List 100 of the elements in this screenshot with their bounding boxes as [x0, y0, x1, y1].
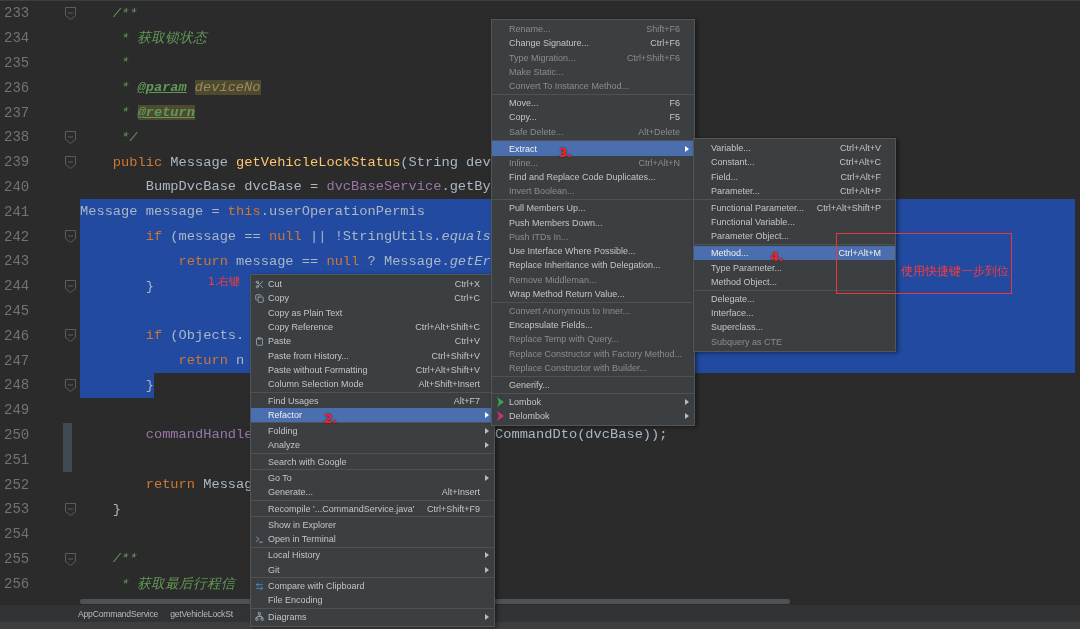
fold-icon[interactable] — [65, 552, 76, 566]
menu-item[interactable]: Generate... Alt+Insert — [251, 485, 494, 500]
fold-icon[interactable] — [65, 378, 76, 392]
menu-item[interactable]: Refactor 2. — [251, 407, 494, 422]
menu-item[interactable]: Copy Ctrl+C — [251, 291, 494, 306]
breadcrumb-item[interactable]: AppCommandService — [78, 608, 159, 619]
menu-item[interactable]: Find and Replace Code Duplicates... — [492, 169, 694, 185]
menu-item[interactable]: Pull Members Up... — [492, 201, 694, 216]
menu-item[interactable]: Git — [251, 562, 494, 577]
menu-item[interactable]: Copy Reference Ctrl+Alt+Shift+C — [251, 319, 494, 335]
menu-item[interactable]: Show in Explorer — [251, 517, 494, 533]
menu-item[interactable]: Search with Google — [251, 454, 494, 469]
line-number: 248 — [3, 377, 31, 394]
fold-icon[interactable] — [65, 279, 76, 293]
line-number: 245 — [3, 302, 31, 319]
code-line: return message == null ? Message.getEr — [177, 252, 491, 271]
line-number: 251 — [3, 451, 31, 468]
scissors-icon — [255, 279, 264, 289]
line-number: 253 — [3, 501, 31, 518]
menu-item[interactable]: Extract 3. — [492, 141, 694, 156]
menu-item[interactable]: Superclass... — [694, 320, 895, 335]
menu-item[interactable]: Folding — [251, 423, 494, 439]
fold-icon[interactable] — [65, 7, 76, 20]
menu-item[interactable]: Constant... Ctrl+Alt+C — [694, 155, 895, 170]
line-number: 247 — [3, 352, 31, 369]
code-line: BumpDvcBase dvcBase = dvcBaseService.getBy — [144, 178, 491, 197]
line-number: 256 — [3, 575, 31, 592]
code-line: /** — [111, 4, 138, 23]
line-number: 237 — [3, 104, 31, 121]
code-line: * — [120, 54, 130, 73]
fold-icon[interactable] — [65, 329, 76, 343]
arrows-icon — [255, 581, 264, 591]
line-number: 255 — [3, 550, 31, 567]
fold-icon[interactable] — [65, 131, 76, 144]
menu-item[interactable]: Find Usages Alt+F7 — [251, 393, 494, 408]
menu-item[interactable]: Open in Terminal — [251, 532, 494, 547]
line-number: 234 — [3, 30, 31, 47]
code-line: CommandDto(dvcBase)); — [495, 426, 668, 445]
line-number: 241 — [3, 203, 31, 220]
menu-item[interactable]: Parameter... Ctrl+Alt+P — [694, 183, 895, 199]
copy-icon — [255, 293, 264, 303]
menu-item[interactable]: Generify... — [492, 377, 694, 392]
fold-icon[interactable] — [65, 502, 76, 516]
step-note: 1.右键 — [207, 273, 241, 290]
menu-item[interactable]: Use Interface Where Possible... — [492, 243, 694, 259]
code-line: * @param deviceNo — [120, 79, 261, 98]
menu-item[interactable]: Push Members Down... — [492, 215, 694, 230]
menu-item[interactable]: Compare with Clipboard — [251, 578, 494, 594]
clipboard-icon — [255, 336, 264, 346]
menu-item[interactable]: Paste Ctrl+V — [251, 334, 494, 349]
menu-item[interactable]: Copy as Plain Text — [251, 305, 494, 320]
code-line: if (Objects. — [144, 327, 245, 346]
menu-item[interactable]: Interface... — [694, 305, 895, 321]
code-line: * @return — [120, 104, 195, 123]
line-number: 250 — [3, 426, 31, 443]
code-line: if (message == null || !StringUtils.equals — [144, 228, 491, 247]
code-line: Message message = this.userOperationPermis — [80, 203, 425, 222]
code-line: * 获取最后行程信 — [120, 575, 236, 594]
code-line: } — [144, 277, 154, 296]
line-number: 236 — [3, 79, 31, 96]
line-number: 243 — [3, 253, 31, 270]
code-line: public Message getVehicleLockStatus(String dev — [111, 153, 491, 172]
menu-item[interactable]: Change Signature... Ctrl+F6 — [492, 36, 694, 51]
menu-item[interactable]: Functional Parameter... Ctrl+Alt+Shift+P — [694, 200, 895, 215]
menu-item[interactable]: Local History — [251, 548, 494, 563]
diagram-icon — [255, 612, 264, 622]
line-number: 235 — [3, 55, 31, 71]
menu-item[interactable]: Go To — [251, 470, 494, 486]
menu-item[interactable]: Paste from History... Ctrl+Shift+V — [251, 348, 494, 363]
menu-item[interactable]: Wrap Method Return Value... — [492, 286, 694, 302]
line-number: 246 — [3, 327, 31, 344]
breadcrumb-item[interactable]: getVehicleLockSt — [170, 608, 233, 619]
menu-item[interactable]: Column Selection Mode Alt+Shift+Insert — [251, 377, 494, 392]
menu-item[interactable]: Cut Ctrl+X — [251, 277, 494, 292]
menu-item[interactable]: Method Object... — [694, 274, 895, 289]
menu-item[interactable]: Paste without Formatting Ctrl+Alt+Shift+V — [251, 362, 494, 378]
line-number: 254 — [3, 526, 31, 543]
menu-item[interactable]: Analyze — [251, 438, 494, 453]
fold-icon[interactable] — [65, 230, 76, 244]
menu-item[interactable]: Replace Inheritance with Delegation... — [492, 258, 694, 273]
menu-item[interactable]: Lombok — [492, 394, 694, 409]
menu-item[interactable]: Functional Variable... — [694, 215, 895, 230]
menu-item[interactable]: Delombok — [492, 408, 694, 423]
menu-item[interactable]: Type Parameter... — [694, 260, 895, 275]
code-line: commandHandle — [144, 426, 253, 445]
line-number: 240 — [3, 178, 31, 195]
line-number: 233 — [3, 5, 31, 22]
menu-item[interactable]: Delegate... — [694, 291, 895, 306]
fold-icon[interactable] — [65, 155, 76, 169]
terminal-icon — [255, 534, 264, 544]
menu-item[interactable]: Copy... F5 — [492, 110, 694, 125]
menu-item[interactable]: Move... F6 — [492, 96, 694, 111]
menu-item[interactable]: Field... Ctrl+Alt+F — [694, 169, 895, 184]
menu-item[interactable]: Diagrams — [251, 609, 494, 624]
menu-item[interactable]: Parameter Object... — [694, 229, 895, 244]
menu-item[interactable]: Variable... Ctrl+Alt+V — [694, 141, 895, 156]
menu-item[interactable]: Recompile '...CommandService.java' Ctrl+Shift+F9 — [251, 501, 494, 516]
menu-item[interactable]: Encapsulate Fields... — [492, 317, 694, 333]
menu-item[interactable]: File Encoding — [251, 593, 494, 608]
code-line: } — [111, 500, 122, 519]
